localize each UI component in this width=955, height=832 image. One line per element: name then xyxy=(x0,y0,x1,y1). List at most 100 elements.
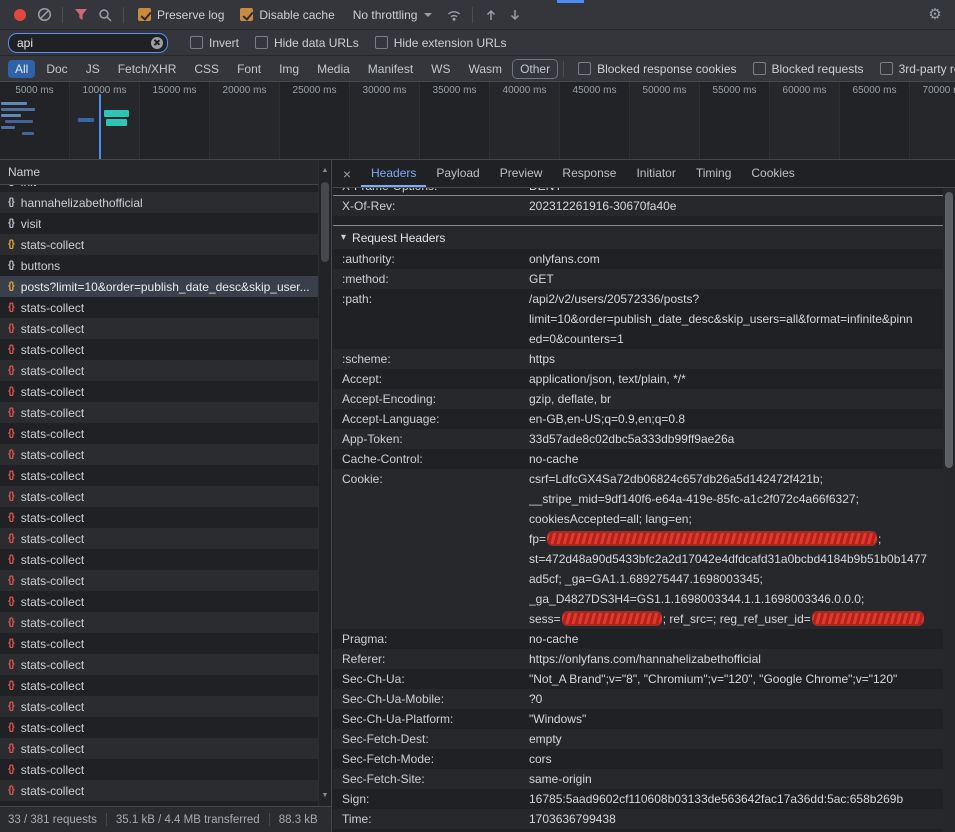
checkbox-icon xyxy=(255,36,268,49)
header-row: Pragma:no-cache xyxy=(333,629,943,649)
request-name: stats-collect xyxy=(21,574,84,588)
header-value-line: __stripe_mid=9df140f6-e64a-419e-85fc-a1c… xyxy=(529,489,943,509)
header-value-text: sess= xyxy=(529,612,561,626)
tab-preview[interactable]: Preview xyxy=(490,160,553,187)
request-row[interactable]: {}stats-collect xyxy=(0,780,318,801)
request-row[interactable]: {}hannahelizabethofficial xyxy=(0,192,318,213)
tab-cookies[interactable]: Cookies xyxy=(741,160,804,187)
close-detail-button[interactable]: × xyxy=(333,166,361,182)
record-button[interactable] xyxy=(8,3,32,27)
network-conditions-button[interactable] xyxy=(442,3,466,27)
preserve-log-checkbox[interactable]: Preserve log xyxy=(138,8,224,22)
throttling-dropdown[interactable]: No throttling xyxy=(353,8,433,22)
export-har-button[interactable] xyxy=(503,3,527,27)
blocked-requests-checkbox[interactable]: Blocked requests xyxy=(753,62,864,76)
hide-data-urls-checkbox[interactable]: Hide data URLs xyxy=(255,36,359,50)
filter-pill-ws[interactable]: WS xyxy=(424,60,457,78)
clear-filter-icon[interactable] xyxy=(151,37,163,49)
request-row[interactable]: {}stats-collect xyxy=(0,507,318,528)
filter-pill-js[interactable]: JS xyxy=(79,60,107,78)
request-row[interactable]: {}stats-collect xyxy=(0,549,318,570)
script-icon: {} xyxy=(8,323,14,334)
request-list-scrollbar[interactable]: ▲ ▼ xyxy=(318,160,331,806)
hide-extension-urls-checkbox[interactable]: Hide extension URLs xyxy=(375,36,507,50)
header-name: Time: xyxy=(333,809,529,829)
request-name: stats-collect xyxy=(21,616,84,630)
request-row[interactable]: {}stats-collect xyxy=(0,759,318,780)
request-row[interactable]: {}stats-collect xyxy=(0,738,318,759)
tab-initiator[interactable]: Initiator xyxy=(626,160,685,187)
request-row[interactable]: {}buttons xyxy=(0,255,318,276)
tab-payload[interactable]: Payload xyxy=(426,160,489,187)
request-row[interactable]: {}stats-collect xyxy=(0,675,318,696)
network-overview[interactable]: 5000 ms10000 ms15000 ms20000 ms25000 ms3… xyxy=(0,82,955,160)
import-har-button[interactable] xyxy=(479,3,503,27)
request-row[interactable]: {}stats-collect xyxy=(0,696,318,717)
timeline-label: 15000 ms xyxy=(140,85,209,96)
header-name: Accept: xyxy=(333,369,529,389)
request-row[interactable]: {}stats-collect xyxy=(0,465,318,486)
tab-headers[interactable]: Headers xyxy=(361,160,426,187)
request-row[interactable]: {}stats-collect xyxy=(0,444,318,465)
request-row[interactable]: {}posts?limit=10&order=publish_date_desc… xyxy=(0,276,318,297)
request-row[interactable]: {}stats-collect xyxy=(0,717,318,738)
scrollbar-thumb[interactable] xyxy=(945,192,953,468)
header-value-line: en-GB,en-US;q=0.9,en;q=0.8 xyxy=(529,409,943,429)
filter-pill-css[interactable]: CSS xyxy=(187,60,226,78)
request-row[interactable]: {}stats-collect xyxy=(0,612,318,633)
timeline-column: 40000 ms xyxy=(490,82,560,159)
clear-network-log-button[interactable] xyxy=(32,3,56,27)
request-row[interactable]: {}stats-collect xyxy=(0,297,318,318)
request-row[interactable]: {}stats-collect xyxy=(0,591,318,612)
header-value-line: 16785:5aad9602cf110608b03133de563642fac1… xyxy=(529,789,943,809)
request-detail-panel: × HeadersPayloadPreviewResponseInitiator… xyxy=(333,160,955,832)
third-party-requests-checkbox[interactable]: 3rd-party requests xyxy=(880,62,955,76)
settings-button[interactable]: ⚙ xyxy=(923,3,947,27)
search-button[interactable] xyxy=(93,3,117,27)
filter-input[interactable] xyxy=(8,33,168,53)
redaction-scribble xyxy=(812,613,924,624)
name-column-header[interactable]: Name xyxy=(0,160,331,185)
filter-pill-media[interactable]: Media xyxy=(310,60,357,78)
filter-pill-manifest[interactable]: Manifest xyxy=(361,60,420,78)
filter-button[interactable] xyxy=(69,3,93,27)
invert-checkbox[interactable]: Invert xyxy=(190,36,239,50)
request-row[interactable]: {}stats-collect xyxy=(0,633,318,654)
request-row[interactable]: {}stats-collect xyxy=(0,381,318,402)
scroll-down-icon[interactable]: ▼ xyxy=(319,792,331,799)
request-headers-section[interactable]: ▾Request Headers xyxy=(333,225,943,249)
filter-pill-all[interactable]: All xyxy=(8,60,35,78)
request-row[interactable]: {}stats-collect xyxy=(0,486,318,507)
script-icon: {} xyxy=(8,722,14,733)
header-value-text: ; xyxy=(878,532,881,546)
request-row[interactable]: {}stats-collect xyxy=(0,528,318,549)
filter-pill-font[interactable]: Font xyxy=(230,60,268,78)
requests-count: 33 / 381 requests xyxy=(8,814,97,826)
filter-pill-other[interactable]: Other xyxy=(513,60,557,78)
disable-cache-checkbox[interactable]: Disable cache xyxy=(240,8,334,22)
request-row[interactable]: {}stats-collect xyxy=(0,402,318,423)
header-value-line: no-cache xyxy=(529,629,943,649)
request-row[interactable]: {}visit xyxy=(0,213,318,234)
request-row[interactable]: {}stats-collect xyxy=(0,570,318,591)
collapse-triangle-icon: ▾ xyxy=(341,232,346,243)
invert-label: Invert xyxy=(209,36,239,50)
request-row[interactable]: {}stats-collect xyxy=(0,339,318,360)
scroll-up-icon[interactable]: ▲ xyxy=(319,167,331,174)
request-row[interactable]: {}stats-collect xyxy=(0,423,318,444)
detail-scrollbar[interactable] xyxy=(943,188,955,832)
request-row[interactable]: {}stats-collect xyxy=(0,360,318,381)
tab-timing[interactable]: Timing xyxy=(686,160,742,187)
request-row[interactable]: {}init xyxy=(0,185,318,192)
filter-pill-doc[interactable]: Doc xyxy=(39,60,74,78)
request-row[interactable]: {}stats-collect xyxy=(0,654,318,675)
filter-pill-wasm[interactable]: Wasm xyxy=(462,60,510,78)
record-icon xyxy=(14,9,26,21)
tab-response[interactable]: Response xyxy=(552,160,626,187)
scrollbar-thumb[interactable] xyxy=(321,182,329,262)
filter-pill-img[interactable]: Img xyxy=(272,60,306,78)
filter-pill-fetch-xhr[interactable]: Fetch/XHR xyxy=(111,60,184,78)
request-row[interactable]: {}stats-collect xyxy=(0,234,318,255)
request-row[interactable]: {}stats-collect xyxy=(0,318,318,339)
blocked-response-cookies-checkbox[interactable]: Blocked response cookies xyxy=(578,62,736,76)
